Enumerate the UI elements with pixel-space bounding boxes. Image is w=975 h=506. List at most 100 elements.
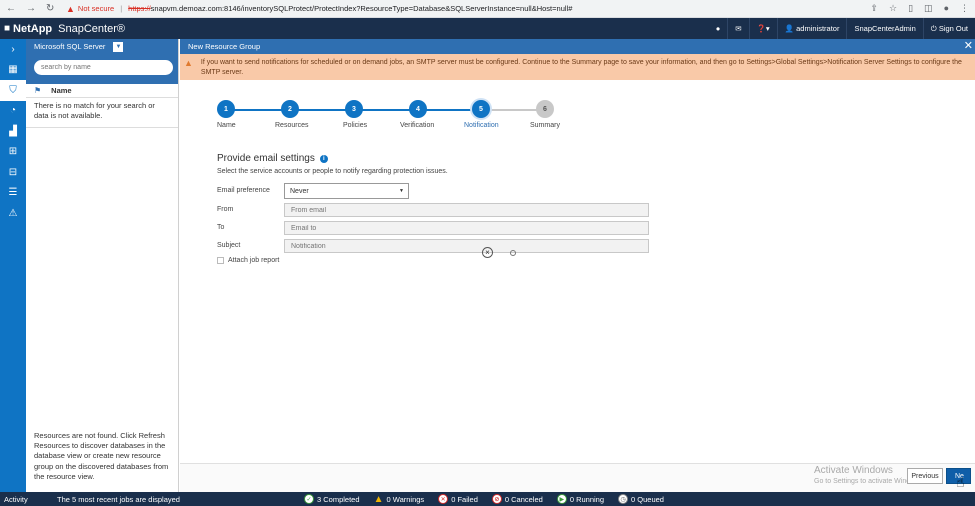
settings-icon[interactable]: ☰ (0, 183, 26, 204)
column-name[interactable]: Name (51, 86, 71, 95)
banner-text: If you want to send notifications for sc… (200, 59, 962, 76)
form-title-text: Provide email settings (217, 153, 315, 164)
no-match-message: There is no match for your search or dat… (26, 98, 178, 128)
role-label[interactable]: SnapCenterAdmin (846, 18, 922, 39)
resource-list-panel: Microsoft SQL Server ▼ ⚑ Name There is n… (26, 39, 179, 492)
app-header: ■ NetApp SnapCenter® ● ✉ ❓▾ 👤 administra… (0, 18, 975, 39)
step-6-label: Summary (530, 122, 560, 129)
canceled-icon: ⊘ (491, 494, 502, 504)
browser-menu-icon[interactable]: ⋮ (960, 3, 969, 14)
plugin-selector[interactable]: Microsoft SQL Server ▼ (26, 39, 178, 54)
user-menu[interactable]: 👤 administrator (776, 18, 847, 39)
browser-nav: ← → ↻ (0, 3, 60, 14)
step-4-label: Verification (400, 122, 435, 129)
failed-jobs[interactable]: ✕ 0 Failed (438, 494, 478, 504)
to-email-field[interactable] (284, 221, 649, 235)
storage-icon[interactable]: ⊟ (0, 162, 26, 183)
alerts-icon[interactable]: ● (709, 18, 728, 39)
expand-nav-icon[interactable]: › (0, 39, 26, 60)
attach-checkbox[interactable] (217, 257, 224, 264)
info-icon[interactable]: i (319, 154, 328, 163)
queued-jobs[interactable]: ◷ 0 Queued (618, 494, 664, 504)
extensions-icon[interactable]: ▯ (908, 3, 913, 14)
sidebar-icon[interactable]: ◫ (924, 3, 933, 14)
url-separator: | (120, 4, 123, 13)
small-circle-icon (510, 250, 516, 256)
step-2-circle[interactable]: 2 (281, 100, 299, 118)
list-column-header: ⚑ Name (26, 84, 178, 98)
search-input[interactable] (34, 60, 173, 75)
activity-label[interactable]: Activity (4, 495, 57, 504)
completed-jobs[interactable]: ✓ 3 Completed (304, 494, 360, 504)
reload-icon[interactable]: ↻ (46, 3, 54, 14)
from-label: From (217, 206, 234, 213)
user-icon: 👤 (784, 24, 795, 33)
canceled-count: 0 Canceled (504, 494, 543, 504)
clear-circle-icon[interactable]: × (482, 247, 493, 258)
warning-jobs[interactable]: ▲ 0 Warnings (374, 494, 425, 505)
reports-icon[interactable]: ▟ (0, 121, 26, 142)
email-preference-select[interactable]: Never ▼ (284, 183, 409, 199)
monitor-icon[interactable]: ◔ (0, 101, 26, 122)
resources-shield-icon[interactable]: ⛉ (0, 80, 26, 101)
canceled-jobs[interactable]: ⊘ 0 Canceled (491, 494, 543, 504)
dropdown-icon[interactable]: ▼ (113, 41, 124, 52)
search-area (26, 54, 178, 84)
netapp-logo-icon: ■ (4, 23, 11, 34)
step-6-circle[interactable]: 6 (536, 100, 554, 118)
bookmark-star-icon[interactable]: ☆ (889, 3, 897, 14)
step-5-circle[interactable]: 5 (472, 100, 490, 118)
caret-down-icon: ▼ (399, 188, 404, 194)
url-scheme: https:// (128, 4, 151, 13)
url-text: snapvm.demoaz.com:8146/inventorySQLProte… (150, 4, 573, 13)
sign-out-button[interactable]: ⏻ Sign Out (922, 18, 975, 39)
browser-actions: ⇪ ☆ ▯ ◫ ● ⋮ (870, 3, 969, 14)
completed-count: 3 Completed (317, 494, 360, 504)
step-3-circle[interactable]: 3 (345, 100, 363, 118)
step-4-circle[interactable]: 4 (409, 100, 427, 118)
sign-out-icon: ⏻ (930, 23, 937, 33)
alerts-triangle-icon[interactable]: ⚠ (0, 203, 26, 224)
help-icon[interactable]: ❓▾ (748, 18, 777, 39)
subject-field[interactable] (284, 239, 649, 253)
previous-button[interactable]: Previous (907, 468, 943, 484)
step-1-label: Name (217, 122, 236, 129)
step-1-circle[interactable]: 1 (217, 100, 235, 118)
failed-icon: ✕ (438, 494, 449, 504)
forward-icon[interactable]: → (26, 3, 36, 14)
wizard-stepper: 1 Name 2 Resources 3 Policies 4 Verifica… (217, 100, 560, 132)
from-email-field[interactable] (284, 203, 649, 217)
close-icon[interactable]: ✕ (964, 39, 973, 52)
brand-name: NetApp (13, 22, 53, 35)
back-icon[interactable]: ← (6, 3, 16, 14)
running-jobs[interactable]: ▶ 0 Running (556, 494, 605, 504)
running-icon: ▶ (556, 494, 567, 504)
mail-icon[interactable]: ✉ (727, 18, 748, 39)
queued-count: 0 Queued (631, 494, 664, 504)
address-bar[interactable]: ▲ Not secure | https:// snapvm.demoaz.co… (66, 4, 572, 14)
warning-icon: ▲ (66, 3, 75, 14)
user-name: administrator (796, 24, 840, 33)
sign-out-label: Sign Out (938, 24, 968, 33)
failed-count: 0 Failed (451, 494, 478, 504)
running-count: 0 Running (569, 494, 605, 504)
queued-icon: ◷ (618, 494, 629, 504)
profile-icon[interactable]: ● (944, 3, 949, 14)
hosts-icon[interactable]: ⊞ (0, 142, 26, 163)
browser-toolbar: ← → ↻ ▲ Not secure | https:// snapvm.dem… (0, 0, 975, 18)
flag-icon[interactable]: ⚑ (34, 86, 41, 95)
subject-label: Subject (217, 242, 241, 249)
warning-icon: ▲ (184, 58, 193, 68)
left-nav-rail: › ▦ ⛉ ◔ ▟ ⊞ ⊟ ☰ ⚠ (0, 39, 26, 492)
status-bar: Activity The 5 most recent jobs are disp… (0, 492, 975, 506)
dashboard-icon[interactable]: ▦ (0, 60, 26, 81)
attach-job-report[interactable]: Attach job report (217, 257, 279, 264)
not-secure-label: Not secure (77, 4, 115, 13)
hand-cursor-icon: ☝ (956, 474, 965, 490)
email-preference-label: Email preference (217, 187, 270, 194)
logo: ■ NetApp SnapCenter® (0, 23, 125, 35)
form-subtitle: Select the service accounts or people to… (217, 168, 448, 175)
step-2-label: Resources (275, 122, 309, 129)
product-name: SnapCenter® (58, 22, 125, 35)
share-icon[interactable]: ⇪ (870, 3, 878, 14)
